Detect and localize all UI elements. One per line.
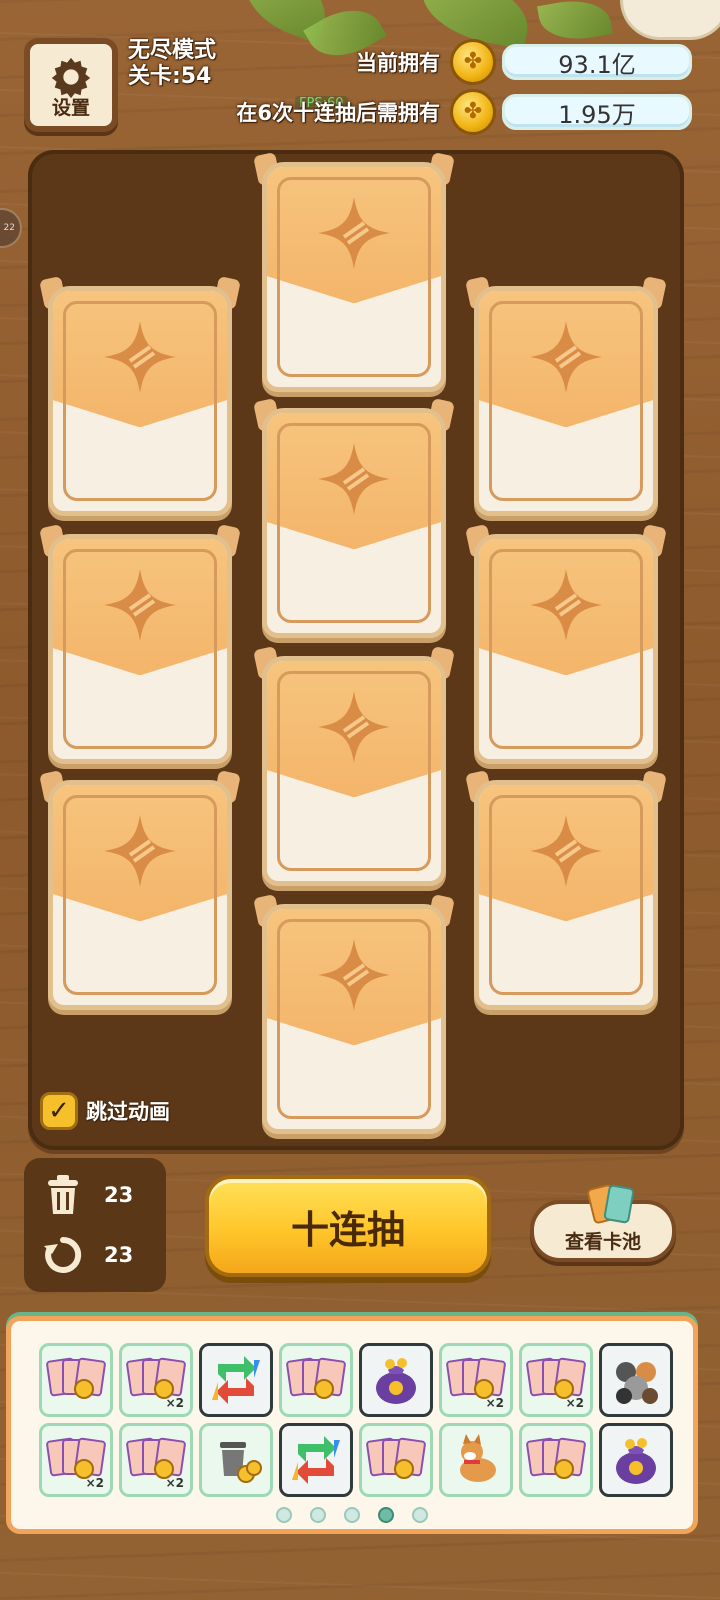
face-down-card[interactable]: [39, 276, 241, 516]
cards-icon: [586, 1183, 636, 1232]
card-frame: [48, 534, 232, 764]
card-pack-icon: [365, 1435, 427, 1485]
view-pool-button[interactable]: 查看卡池: [530, 1183, 676, 1262]
counter-panel: 23 23: [24, 1158, 166, 1292]
refresh-counter[interactable]: 23: [40, 1232, 133, 1278]
reward-item-card-pack[interactable]: [359, 1423, 433, 1497]
card-frame: [262, 656, 446, 886]
card-pack-icon: [285, 1355, 347, 1405]
card-pack-icon: [525, 1435, 587, 1485]
reward-item-card-pack-x2[interactable]: ×2: [119, 1343, 193, 1417]
star-emblem-icon: [530, 815, 602, 887]
reward-item-card-pack[interactable]: [279, 1343, 353, 1417]
view-pool-label: 查看卡池: [564, 1231, 641, 1253]
swap-arrows-icon: [292, 1436, 340, 1484]
page-dot[interactable]: [276, 1507, 292, 1523]
face-down-card[interactable]: [253, 894, 455, 1134]
refresh-count: 23: [104, 1243, 134, 1267]
star-emblem-icon: [318, 197, 390, 269]
multiplier-label: ×2: [165, 1396, 184, 1410]
face-down-card[interactable]: [39, 770, 241, 1010]
check-icon[interactable]: ✓: [40, 1092, 78, 1130]
mode-info: 无尽模式 关卡:54: [128, 38, 216, 90]
reward-item-shiba-dog[interactable]: [439, 1423, 513, 1497]
star-emblem-icon: [318, 939, 390, 1011]
face-down-card[interactable]: [39, 524, 241, 764]
current-owned-label: 当前拥有: [356, 51, 440, 75]
page-dot[interactable]: [344, 1507, 360, 1523]
reward-item-card-pack-x2[interactable]: ×2: [119, 1423, 193, 1497]
multiplier-label: ×2: [85, 1476, 104, 1490]
face-down-card[interactable]: [465, 524, 667, 764]
star-emblem-icon: [104, 569, 176, 641]
level-text: 关卡:54: [128, 64, 212, 89]
star-emblem-icon: [104, 815, 176, 887]
trash-icon: [48, 1175, 78, 1214]
page-indicator: [11, 1507, 693, 1523]
reward-item-coin-bag[interactable]: [359, 1343, 433, 1417]
face-down-card[interactable]: [253, 646, 455, 886]
card-pack-icon: [45, 1355, 107, 1405]
card-frame: [262, 408, 446, 638]
shiba-dog-icon: [460, 1434, 496, 1482]
face-down-card[interactable]: [253, 152, 455, 392]
pet-group-icon: [616, 1362, 658, 1404]
face-down-card[interactable]: [465, 770, 667, 1010]
reward-grid: ×2 ×2 ×2 ×2 ×2: [39, 1343, 673, 1497]
star-emblem-icon: [318, 691, 390, 763]
reward-item-card-pack-x2[interactable]: ×2: [519, 1343, 593, 1417]
clover-coin-icon: ✤: [450, 39, 496, 85]
page-dot[interactable]: [412, 1507, 428, 1523]
star-emblem-icon: [104, 321, 176, 393]
card-frame: [474, 780, 658, 1010]
reward-item-pet-group[interactable]: [599, 1343, 673, 1417]
card-frame: [48, 286, 232, 516]
required-value: 1.95万: [502, 94, 692, 130]
card-frame: [262, 162, 446, 392]
multiplier-label: ×2: [165, 1476, 184, 1490]
clover-coin-icon: ✤: [450, 89, 496, 135]
reward-item-card-pack-x2[interactable]: ×2: [39, 1423, 113, 1497]
settings-button[interactable]: 设置: [24, 38, 118, 132]
required-row: 在6次十连抽后需拥有 ✤ 1.95万: [236, 89, 692, 135]
skip-animation-toggle[interactable]: ✓ 跳过动画: [40, 1092, 170, 1130]
draw-ten-button[interactable]: 十连抽: [205, 1175, 491, 1277]
required-label: 在6次十连抽后需拥有: [236, 101, 440, 125]
refresh-icon: [44, 1236, 82, 1273]
trash-coins-icon: [220, 1442, 262, 1483]
trash-count: 23: [104, 1183, 134, 1207]
reward-item-card-pack-x2[interactable]: ×2: [439, 1343, 513, 1417]
current-owned-value: 93.1亿: [502, 44, 692, 80]
face-down-card[interactable]: [253, 398, 455, 638]
reward-panel: ×2 ×2 ×2 ×2 ×2: [6, 1316, 698, 1534]
coin-bag-icon: [376, 1358, 416, 1404]
multiplier-label: ×2: [565, 1396, 584, 1410]
current-owned-row: 当前拥有 ✤ 93.1亿: [356, 39, 692, 85]
star-emblem-icon: [530, 321, 602, 393]
card-frame: [474, 286, 658, 516]
card-frame: [262, 904, 446, 1134]
page-dot[interactable]: [310, 1507, 326, 1523]
reward-item-card-pack[interactable]: [519, 1423, 593, 1497]
coin-bag-icon: [616, 1438, 656, 1484]
face-down-card[interactable]: [465, 276, 667, 516]
star-emblem-icon: [318, 443, 390, 515]
card-frame: [474, 534, 658, 764]
mode-title: 无尽模式: [128, 38, 217, 63]
skip-animation-label: 跳过动画: [86, 1100, 170, 1124]
page-dot[interactable]: [378, 1507, 394, 1523]
multiplier-label: ×2: [485, 1396, 504, 1410]
reward-item-trash-coins[interactable]: [199, 1423, 273, 1497]
reward-item-swap[interactable]: [199, 1343, 273, 1417]
reward-item-coin-bag[interactable]: [599, 1423, 673, 1497]
star-emblem-icon: [530, 569, 602, 641]
card-frame: [48, 780, 232, 1010]
reward-item-card-pack[interactable]: [39, 1343, 113, 1417]
gear-icon: [51, 57, 91, 99]
reward-item-swap[interactable]: [279, 1423, 353, 1497]
trash-counter[interactable]: 23: [40, 1172, 133, 1218]
swap-arrows-icon: [212, 1356, 260, 1404]
